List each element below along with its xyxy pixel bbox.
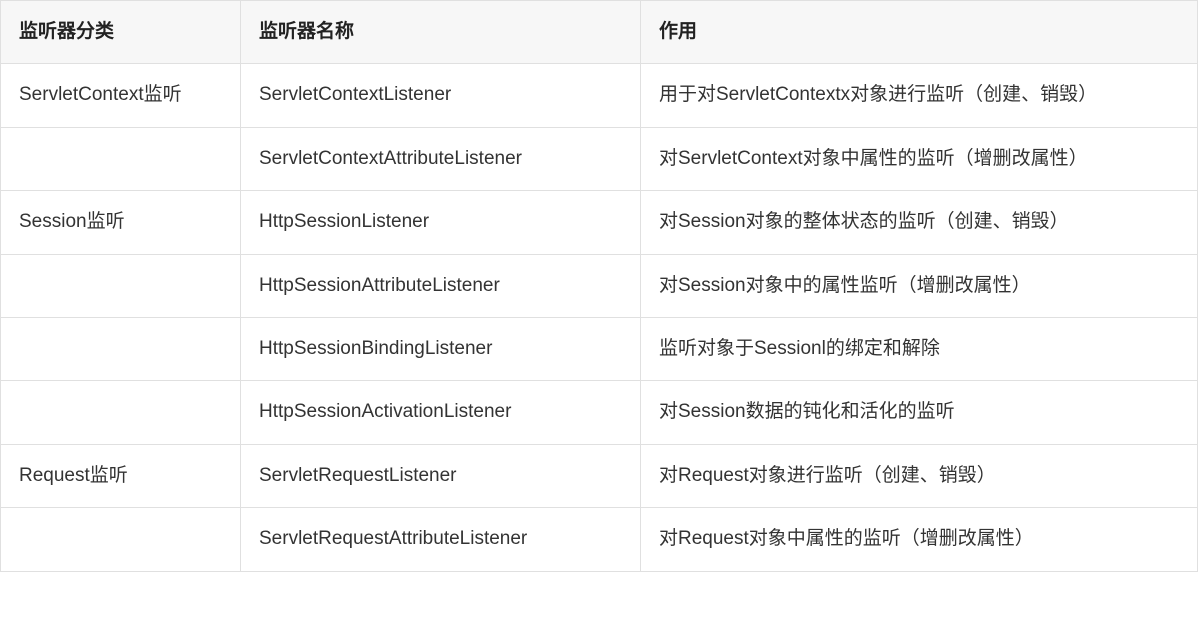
cell-listener-name: ServletContextAttributeListener (241, 127, 641, 190)
cell-category: Request监听 (1, 444, 241, 507)
table-row: ServletContext监听 ServletContextListener … (1, 64, 1198, 127)
header-category: 监听器分类 (1, 1, 241, 64)
cell-purpose: 监听对象于Sessionl的绑定和解除 (641, 317, 1198, 380)
table-row: Session监听 HttpSessionListener 对Session对象… (1, 191, 1198, 254)
cell-listener-name: ServletContextListener (241, 64, 641, 127)
cell-category (1, 127, 241, 190)
cell-listener-name: ServletRequestAttributeListener (241, 508, 641, 571)
cell-purpose: 用于对ServletContextx对象进行监听（创建、销毁） (641, 64, 1198, 127)
cell-listener-name: HttpSessionAttributeListener (241, 254, 641, 317)
cell-purpose: 对Request对象中属性的监听（增删改属性） (641, 508, 1198, 571)
table-row: HttpSessionBindingListener 监听对象于Sessionl… (1, 317, 1198, 380)
cell-purpose: 对Session对象中的属性监听（增删改属性） (641, 254, 1198, 317)
cell-listener-name: HttpSessionBindingListener (241, 317, 641, 380)
header-purpose: 作用 (641, 1, 1198, 64)
cell-category (1, 317, 241, 380)
cell-listener-name: HttpSessionActivationListener (241, 381, 641, 444)
table-header-row: 监听器分类 监听器名称 作用 (1, 1, 1198, 64)
cell-listener-name: ServletRequestListener (241, 444, 641, 507)
table-row: HttpSessionActivationListener 对Session数据… (1, 381, 1198, 444)
cell-listener-name: HttpSessionListener (241, 191, 641, 254)
cell-purpose: 对ServletContext对象中属性的监听（增删改属性） (641, 127, 1198, 190)
cell-category (1, 508, 241, 571)
cell-category (1, 381, 241, 444)
table-row: HttpSessionAttributeListener 对Session对象中… (1, 254, 1198, 317)
table-row: ServletRequestAttributeListener 对Request… (1, 508, 1198, 571)
cell-category (1, 254, 241, 317)
cell-purpose: 对Session对象的整体状态的监听（创建、销毁） (641, 191, 1198, 254)
listener-table: 监听器分类 监听器名称 作用 ServletContext监听 ServletC… (0, 0, 1198, 572)
table-row: Request监听 ServletRequestListener 对Reques… (1, 444, 1198, 507)
cell-category: Session监听 (1, 191, 241, 254)
header-listener-name: 监听器名称 (241, 1, 641, 64)
cell-purpose: 对Session数据的钝化和活化的监听 (641, 381, 1198, 444)
cell-purpose: 对Request对象进行监听（创建、销毁） (641, 444, 1198, 507)
table-row: ServletContextAttributeListener 对Servlet… (1, 127, 1198, 190)
cell-category: ServletContext监听 (1, 64, 241, 127)
